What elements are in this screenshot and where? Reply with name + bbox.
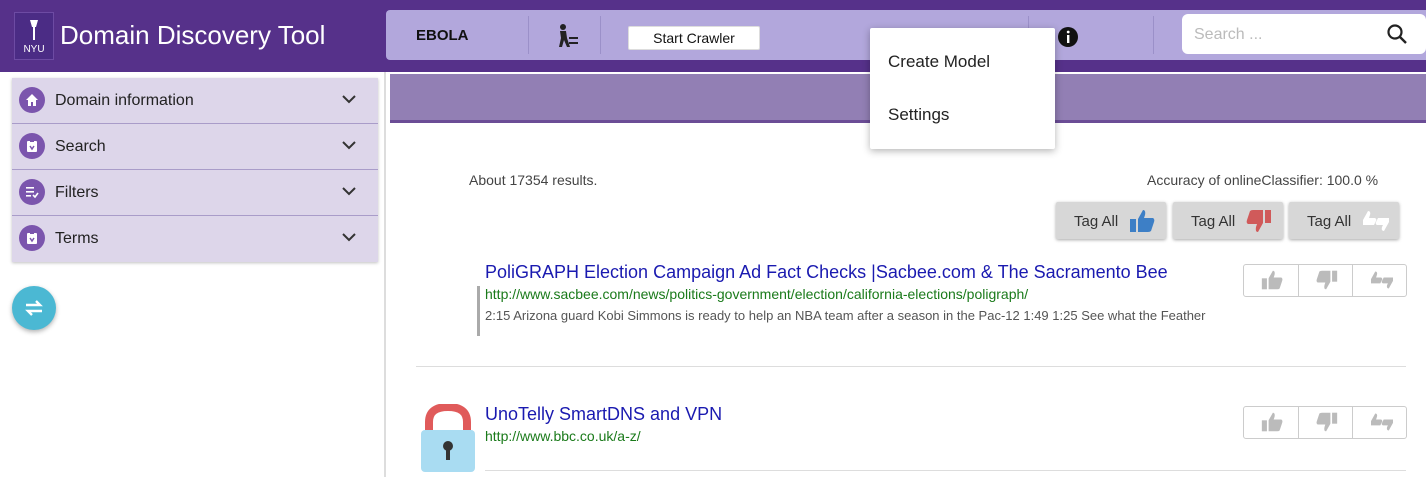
- sidebar-item-filters[interactable]: Filters: [12, 170, 378, 216]
- filter-list-icon: [19, 179, 45, 205]
- thumb-down-icon: [1246, 210, 1271, 232]
- sidebar-item-label: Terms: [55, 230, 99, 247]
- menu-item-settings[interactable]: Settings: [888, 105, 949, 125]
- sidebar-item-label: Search: [55, 138, 106, 155]
- logo-text: NYU: [23, 44, 45, 55]
- sidebar-item-terms[interactable]: Terms: [12, 216, 378, 261]
- info-icon[interactable]: [1057, 26, 1079, 48]
- classifier-accuracy: Accuracy of onlineClassifier: 100.0 %: [1147, 172, 1379, 188]
- menu-item-create-model[interactable]: Create Model: [888, 52, 990, 72]
- sidebar-accordion: Domain information Search Filters Terms: [12, 78, 378, 262]
- tag-irrelevant-button[interactable]: [1299, 265, 1353, 296]
- thumbs-neutral-icon: [1371, 271, 1393, 289]
- chevron-down-icon: [342, 233, 356, 242]
- toolbar-divider: [600, 16, 601, 54]
- tag-irrelevant-button[interactable]: [1299, 407, 1353, 438]
- thumb-up-icon: [1261, 412, 1283, 432]
- result-item: UnoTelly SmartDNS and VPN http://www.bbc…: [416, 404, 1407, 464]
- sidebar-item-domain-information[interactable]: Domain information: [12, 78, 378, 124]
- clipboard-icon: [19, 225, 45, 251]
- tag-neutral-button[interactable]: [1353, 407, 1407, 438]
- chevron-down-icon: [342, 187, 356, 196]
- toolbar-divider: [528, 16, 529, 54]
- chevron-down-icon: [342, 95, 356, 104]
- result-title-link[interactable]: PoliGRAPH Election Campaign Ad Fact Chec…: [485, 262, 1168, 283]
- result-url[interactable]: http://www.sacbee.com/news/politics-gove…: [485, 286, 1028, 302]
- thumb-down-icon: [1316, 270, 1338, 290]
- tag-all-neutral-button[interactable]: Tag All: [1289, 202, 1399, 239]
- start-crawler-button[interactable]: Start Crawler: [628, 26, 760, 50]
- chevron-down-icon: [342, 141, 356, 150]
- result-title-link[interactable]: UnoTelly SmartDNS and VPN: [485, 404, 722, 425]
- sidebar-item-label: Filters: [55, 184, 99, 201]
- home-icon: [19, 87, 45, 113]
- tag-all-label: Tag All: [1191, 213, 1236, 230]
- result-separator: [485, 470, 1406, 471]
- crawler-icon[interactable]: [554, 23, 580, 49]
- torch-icon: [30, 20, 38, 40]
- search-icon[interactable]: [1386, 23, 1408, 45]
- tag-neutral-button[interactable]: [1353, 265, 1407, 296]
- swap-view-button[interactable]: [12, 286, 56, 330]
- toolbar-divider: [1153, 16, 1154, 54]
- domain-selector[interactable]: EBOLA: [416, 27, 469, 44]
- search-input[interactable]: [1192, 24, 1376, 46]
- tag-relevant-button[interactable]: [1244, 265, 1298, 296]
- result-snippet: 2:15 Arizona guard Kobi Simmons is ready…: [485, 308, 1206, 323]
- sidebar-item-label: Domain information: [55, 92, 194, 109]
- thumbs-neutral-icon: [1363, 211, 1389, 231]
- result-url[interactable]: http://www.bbc.co.uk/a-z/: [485, 428, 641, 444]
- clipboard-icon: [19, 133, 45, 159]
- result-tag-buttons: [1243, 406, 1407, 439]
- thumb-down-icon: [1316, 412, 1338, 432]
- result-thumbnail: [477, 286, 480, 336]
- app-header: NYU Domain Discovery Tool EBOLA Start Cr…: [0, 0, 1426, 72]
- tag-all-label: Tag All: [1307, 213, 1352, 230]
- search-box: [1182, 14, 1426, 54]
- app-title: Domain Discovery Tool: [60, 20, 326, 50]
- tag-relevant-button[interactable]: [1244, 407, 1298, 438]
- result-item: PoliGRAPH Election Campaign Ad Fact Chec…: [416, 262, 1407, 352]
- sidebar-item-search[interactable]: Search: [12, 124, 378, 170]
- thumb-up-icon: [1130, 210, 1155, 232]
- result-tag-buttons: [1243, 264, 1407, 297]
- dropdown-menu: Create Model Settings: [870, 28, 1055, 149]
- thumbs-neutral-icon: [1371, 413, 1393, 431]
- results-count: About 17354 results.: [469, 172, 598, 188]
- tag-all-label: Tag All: [1074, 213, 1119, 230]
- swap-icon: [25, 300, 43, 316]
- tag-all-relevant-button[interactable]: Tag All: [1056, 202, 1166, 239]
- nyu-logo[interactable]: NYU: [14, 12, 54, 60]
- panel-divider[interactable]: [384, 72, 386, 477]
- tag-all-irrelevant-button[interactable]: Tag All: [1173, 202, 1283, 239]
- result-separator: [416, 366, 1406, 367]
- thumb-up-icon: [1261, 270, 1283, 290]
